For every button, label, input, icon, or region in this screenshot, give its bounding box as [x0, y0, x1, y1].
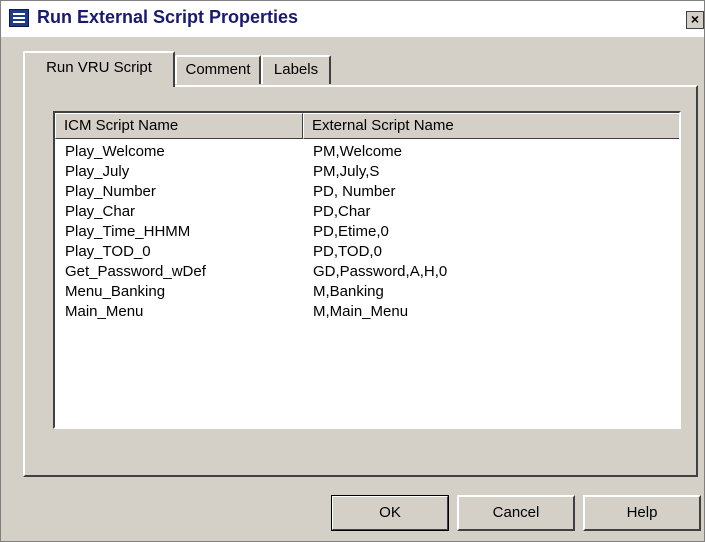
- external-script-name-cell: GD,Password,A,H,0: [313, 263, 448, 280]
- list-header: ICM Script Name External Script Name: [55, 113, 679, 139]
- close-button[interactable]: ×: [686, 11, 704, 29]
- tab-labels[interactable]: Labels: [261, 55, 331, 84]
- icm-script-name-cell: Menu_Banking: [65, 283, 166, 300]
- title-bar[interactable]: Run External Script Properties ×: [1, 1, 704, 37]
- tab-comment[interactable]: Comment: [175, 55, 261, 84]
- external-script-name-cell: PD,Char: [313, 203, 371, 220]
- icm-script-name-cell: Get_Password_wDef: [65, 263, 206, 280]
- icm-script-name-cell: Play_Welcome: [65, 143, 165, 160]
- tab-run-vru-script[interactable]: Run VRU Script: [23, 51, 175, 87]
- icm-script-name-cell: Play_TOD_0: [65, 243, 151, 260]
- external-script-name-cell: M,Banking: [313, 283, 384, 300]
- icm-script-name-cell: Main_Menu: [65, 303, 144, 320]
- list-row[interactable]: Play_July PM,July,S: [55, 163, 679, 183]
- list-rows: Play_Welcome PM,Welcome Play_July PM,July,…: [55, 143, 679, 323]
- window-title: Run External Script Properties: [37, 7, 299, 27]
- external-script-name-cell: M,Main_Menu: [313, 303, 409, 320]
- cancel-button[interactable]: Cancel: [457, 495, 575, 531]
- external-script-name-cell: PD, Number: [313, 183, 396, 200]
- list-row[interactable]: Main_Menu M,Main_Menu: [55, 303, 679, 323]
- external-script-name-cell: PM,July,S: [313, 163, 380, 180]
- external-script-name-cell: PD,Etime,0: [313, 223, 389, 240]
- list-row[interactable]: Menu_Banking M,Banking: [55, 283, 679, 303]
- column-header-external-script-name[interactable]: External Script Name: [303, 113, 679, 139]
- list-row[interactable]: Play_Number PD, Number: [55, 183, 679, 203]
- external-script-name-cell: PM,Welcome: [313, 143, 402, 160]
- icm-script-name-cell: Play_July: [65, 163, 130, 180]
- list-row[interactable]: Play_Time_HHMM PD,Etime,0: [55, 223, 679, 243]
- app-icon: [9, 9, 29, 27]
- external-script-name-cell: PD,TOD,0: [313, 243, 382, 260]
- icm-script-name-cell: Play_Char: [65, 203, 136, 220]
- list-row[interactable]: Play_TOD_0 PD,TOD,0: [55, 243, 679, 263]
- dialog-window: Run External Script Properties × Run VRU…: [0, 0, 705, 542]
- list-row[interactable]: Play_Char PD,Char: [55, 203, 679, 223]
- icm-script-name-cell: Play_Number: [65, 183, 156, 200]
- list-row[interactable]: Play_Welcome PM,Welcome: [55, 143, 679, 163]
- help-button[interactable]: Help: [583, 495, 701, 531]
- column-header-icm-script-name[interactable]: ICM Script Name: [55, 113, 303, 139]
- script-list-view[interactable]: ICM Script Name External Script Name Pla…: [53, 111, 681, 429]
- tab-panel: ICM Script Name External Script Name Pla…: [23, 85, 698, 477]
- ok-button[interactable]: OK: [331, 495, 449, 531]
- icm-script-name-cell: Play_Time_HHMM: [65, 223, 191, 240]
- list-row[interactable]: Get_Password_wDef GD,Password,A,H,0: [55, 263, 679, 283]
